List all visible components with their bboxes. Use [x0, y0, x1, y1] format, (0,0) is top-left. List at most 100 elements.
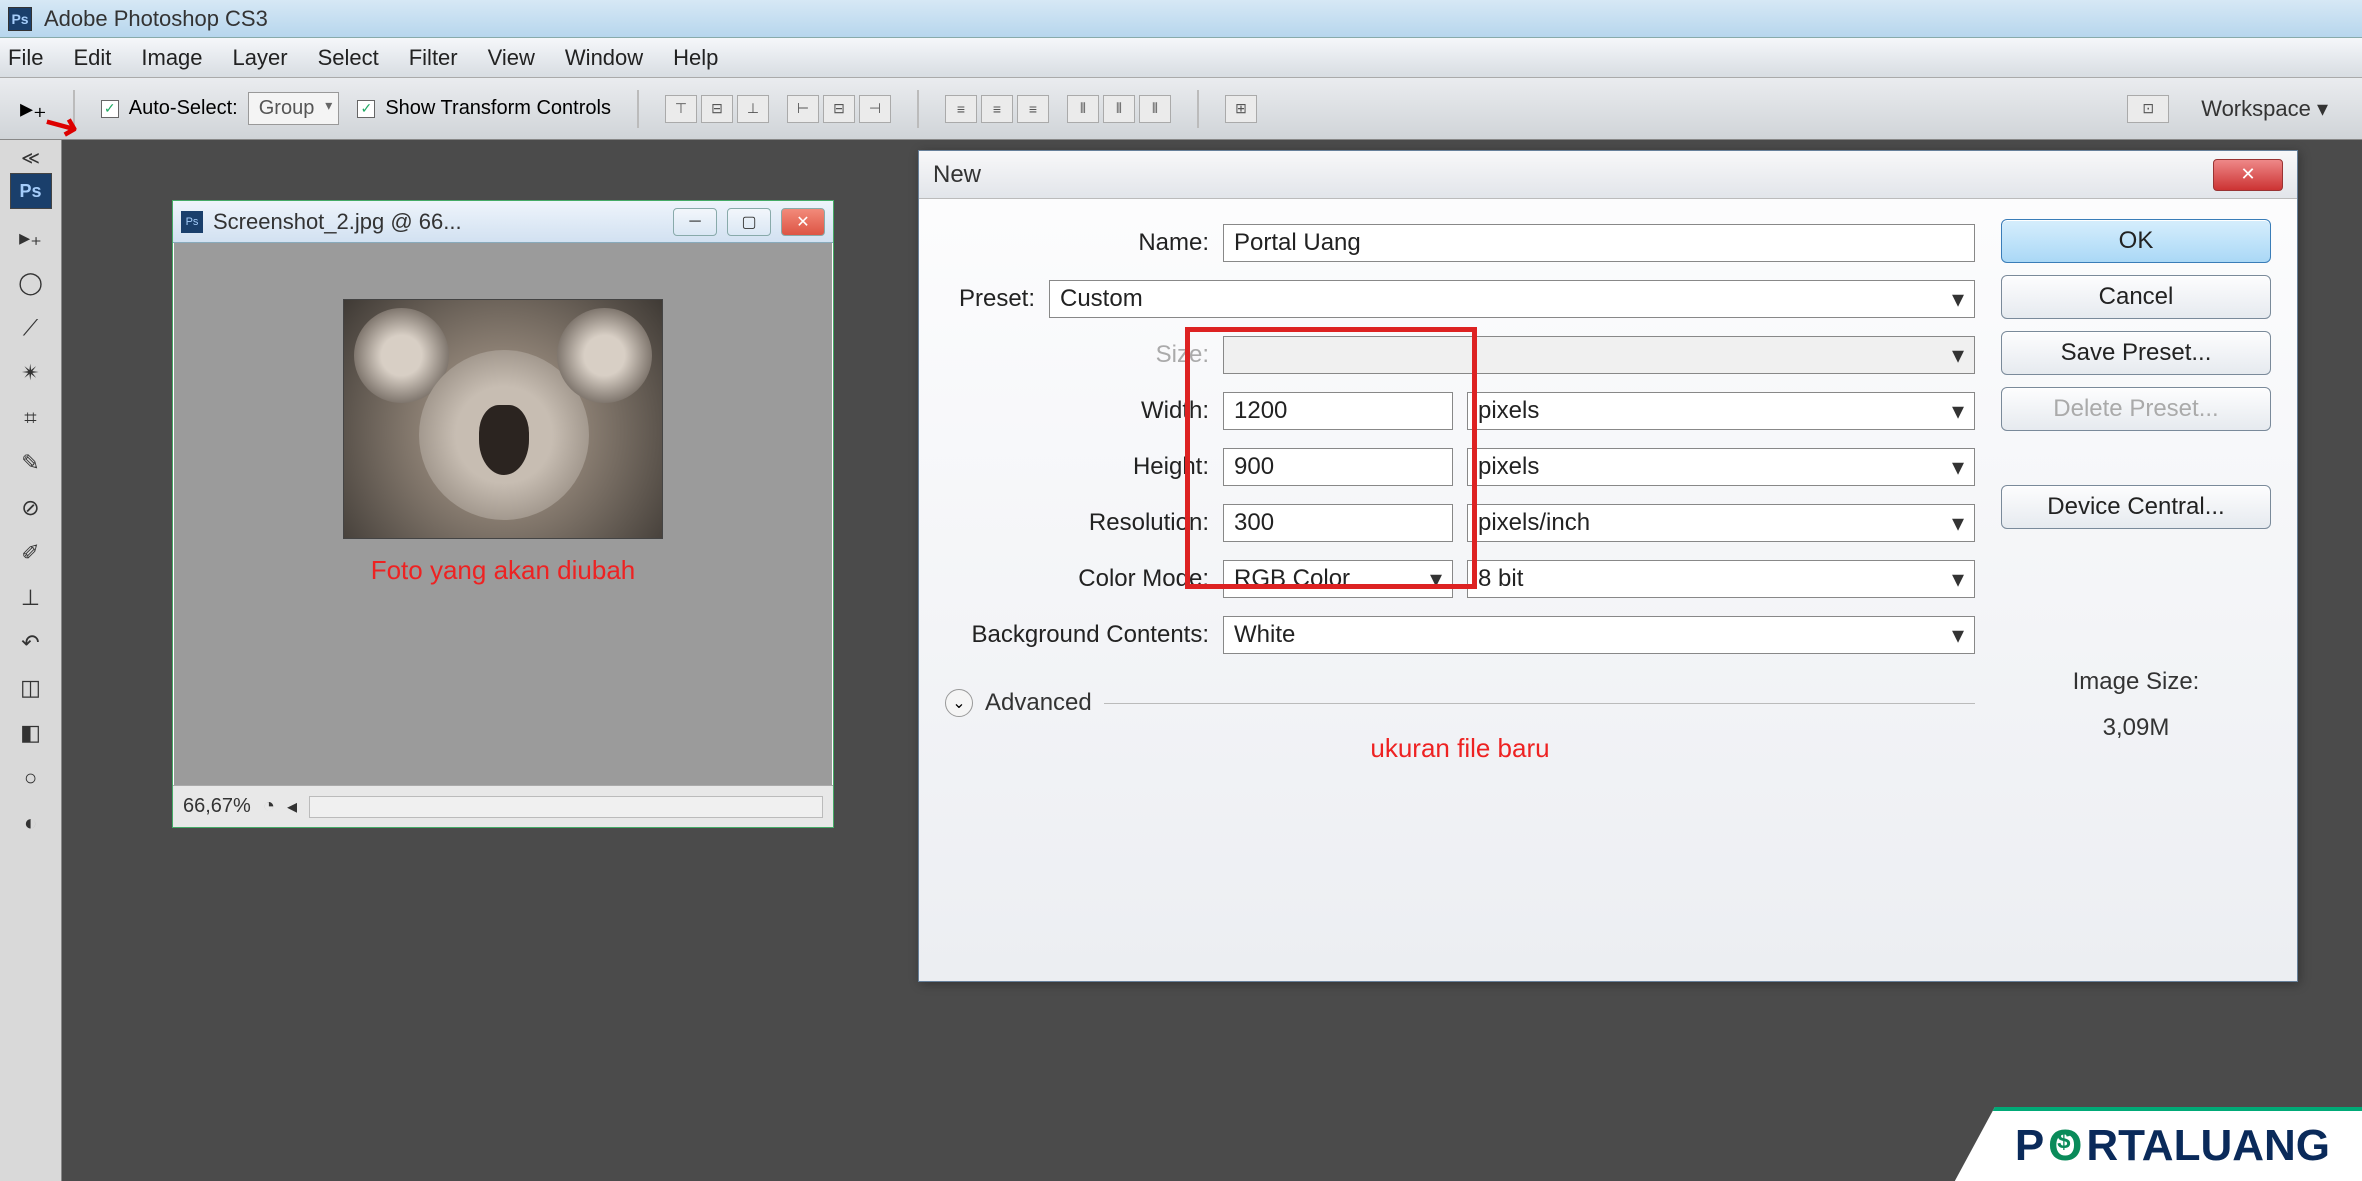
stamp-tool[interactable]: ⊥ [10, 577, 52, 619]
height-unit-dropdown[interactable]: pixels [1467, 448, 1975, 486]
workspace-dropdown[interactable]: Workspace ▾ [2187, 96, 2342, 122]
dist-hcenter-icon[interactable]: ⦀ [1103, 95, 1135, 123]
resolution-label: Resolution: [945, 509, 1209, 537]
history-brush-tool[interactable]: ↶ [10, 622, 52, 664]
app-title: Adobe Photoshop CS3 [44, 6, 268, 32]
width-input[interactable]: 1200 [1223, 392, 1453, 430]
eraser-tool[interactable]: ◫ [10, 667, 52, 709]
watermark-p: P [2015, 1121, 2044, 1171]
workspace-area: ≪ Ps ▸₊ ◯ ⟋ ✴ ⌗ ✎ ⊘ ✐ ⊥ ↶ ◫ ◧ ○ ◐ Ps Scr… [0, 140, 2362, 1181]
save-preset-button[interactable]: Save Preset... [2001, 331, 2271, 375]
auto-select-group: ✓ Auto-Select: Group [101, 92, 340, 125]
document-window: Ps Screenshot_2.jpg @ 66... ─ ▢ ✕ Foto y… [172, 200, 834, 828]
document-title-bar[interactable]: Ps Screenshot_2.jpg @ 66... ─ ▢ ✕ [173, 201, 833, 243]
resolution-input[interactable]: 300 [1223, 504, 1453, 542]
ps-panel-icon: Ps [10, 173, 52, 209]
dodge-tool[interactable]: ◐ [10, 802, 52, 844]
zoom-level[interactable]: 66,67% [183, 795, 251, 818]
advanced-section[interactable]: ⌄ Advanced [945, 689, 1975, 717]
image-content [343, 299, 663, 539]
magic-wand-tool[interactable]: ✴ [10, 352, 52, 394]
image-size-label: Image Size: [2001, 659, 2271, 705]
preset-label: Preset: [945, 285, 1035, 313]
align-top-icon[interactable]: ⊤ [665, 95, 697, 123]
minimize-button[interactable]: ─ [673, 208, 717, 236]
dist-left-icon[interactable]: ⦀ [1067, 95, 1099, 123]
menu-layer[interactable]: Layer [233, 45, 288, 71]
align-vcenter-icon[interactable]: ⊟ [701, 95, 733, 123]
color-mode-dropdown[interactable]: RGB Color [1223, 560, 1453, 598]
dialog-close-button[interactable]: ✕ [2213, 159, 2283, 191]
device-central-button[interactable]: Device Central... [2001, 485, 2271, 529]
auto-select-checkbox[interactable]: ✓ [101, 100, 119, 118]
document-canvas[interactable]: Foto yang akan diubah [173, 243, 833, 785]
menu-view[interactable]: View [488, 45, 535, 71]
align-right-icon[interactable]: ⊣ [859, 95, 891, 123]
menu-help[interactable]: Help [673, 45, 718, 71]
cancel-button[interactable]: Cancel [2001, 275, 2271, 319]
options-bar: ▸₊ ✓ Auto-Select: Group ✓ Show Transform… [0, 78, 2362, 140]
dist-bottom-icon[interactable]: ≡ [1017, 95, 1049, 123]
separator [1197, 90, 1199, 128]
marquee-tool[interactable]: ◯ [10, 262, 52, 304]
auto-select-dropdown[interactable]: Group [248, 92, 340, 125]
menu-image[interactable]: Image [141, 45, 202, 71]
ok-button[interactable]: OK [2001, 219, 2271, 263]
align-hcenter-icon[interactable]: ⊟ [823, 95, 855, 123]
go-to-bridge-icon[interactable]: ⊡ [2127, 95, 2169, 123]
color-mode-label: Color Mode: [945, 565, 1209, 593]
toolbox-panel: ≪ Ps ▸₊ ◯ ⟋ ✴ ⌗ ✎ ⊘ ✐ ⊥ ↶ ◫ ◧ ○ ◐ [0, 140, 62, 1181]
gradient-tool[interactable]: ◧ [10, 712, 52, 754]
doc-info-icon[interactable]: ◔ [263, 795, 275, 818]
chevron-down-icon[interactable]: ⌄ [945, 689, 973, 717]
auto-align-icon[interactable]: ⊞ [1225, 95, 1257, 123]
height-input[interactable]: 900 [1223, 448, 1453, 486]
scroll-left-icon[interactable]: ◂ [287, 794, 297, 819]
dialog-title-bar[interactable]: New ✕ [919, 151, 2297, 199]
annotation-text-2: ukuran file baru [945, 733, 1975, 764]
move-tool[interactable]: ▸₊ [10, 217, 52, 259]
menu-edit[interactable]: Edit [73, 45, 111, 71]
align-bottom-icon[interactable]: ⊥ [737, 95, 769, 123]
horizontal-scrollbar[interactable] [309, 796, 823, 818]
resolution-unit-dropdown[interactable]: pixels/inch [1467, 504, 1975, 542]
blur-tool[interactable]: ○ [10, 757, 52, 799]
separator [73, 90, 75, 128]
color-bits-dropdown[interactable]: 8 bit [1467, 560, 1975, 598]
align-button-group: ⊤ ⊟ ⊥ ⊢ ⊟ ⊣ [665, 95, 891, 123]
image-size-value: 3,09M [2001, 705, 2271, 751]
bg-contents-dropdown[interactable]: White [1223, 616, 1975, 654]
preset-dropdown[interactable]: Custom [1049, 280, 1975, 318]
dist-right-icon[interactable]: ⦀ [1139, 95, 1171, 123]
new-document-dialog: New ✕ Name: Portal Uang Preset: Custom S… [918, 150, 2298, 982]
menu-select[interactable]: Select [318, 45, 379, 71]
name-label: Name: [945, 229, 1209, 257]
collapse-arrow-icon[interactable]: ≪ [0, 148, 61, 169]
dist-vcenter-icon[interactable]: ≡ [981, 95, 1013, 123]
menu-file[interactable]: File [8, 45, 43, 71]
show-transform-checkbox[interactable]: ✓ [357, 100, 375, 118]
align-left-icon[interactable]: ⊢ [787, 95, 819, 123]
dist-top-icon[interactable]: ≡ [945, 95, 977, 123]
close-button[interactable]: ✕ [781, 208, 825, 236]
menu-window[interactable]: Window [565, 45, 643, 71]
image-size-info: Image Size: 3,09M [2001, 659, 2271, 750]
watermark-rest: RTALUANG [2086, 1121, 2330, 1171]
maximize-button[interactable]: ▢ [727, 208, 771, 236]
eyedropper-tool[interactable]: ✎ [10, 442, 52, 484]
distribute-button-group: ≡ ≡ ≡ ⦀ ⦀ ⦀ [945, 95, 1171, 123]
app-title-bar: Ps Adobe Photoshop CS3 [0, 0, 2362, 38]
crop-tool[interactable]: ⌗ [10, 397, 52, 439]
document-title: Screenshot_2.jpg @ 66... [213, 209, 663, 235]
watermark-o: O [2048, 1121, 2082, 1171]
menu-filter[interactable]: Filter [409, 45, 458, 71]
document-icon: Ps [181, 211, 203, 233]
width-unit-dropdown[interactable]: pixels [1467, 392, 1975, 430]
brush-tool[interactable]: ✐ [10, 532, 52, 574]
menu-bar: File Edit Image Layer Select Filter View… [0, 38, 2362, 78]
dialog-form: Name: Portal Uang Preset: Custom Size: W… [945, 219, 1975, 961]
name-input[interactable]: Portal Uang [1223, 224, 1975, 262]
height-label: Height: [945, 453, 1209, 481]
lasso-tool[interactable]: ⟋ [10, 307, 52, 349]
healing-tool[interactable]: ⊘ [10, 487, 52, 529]
